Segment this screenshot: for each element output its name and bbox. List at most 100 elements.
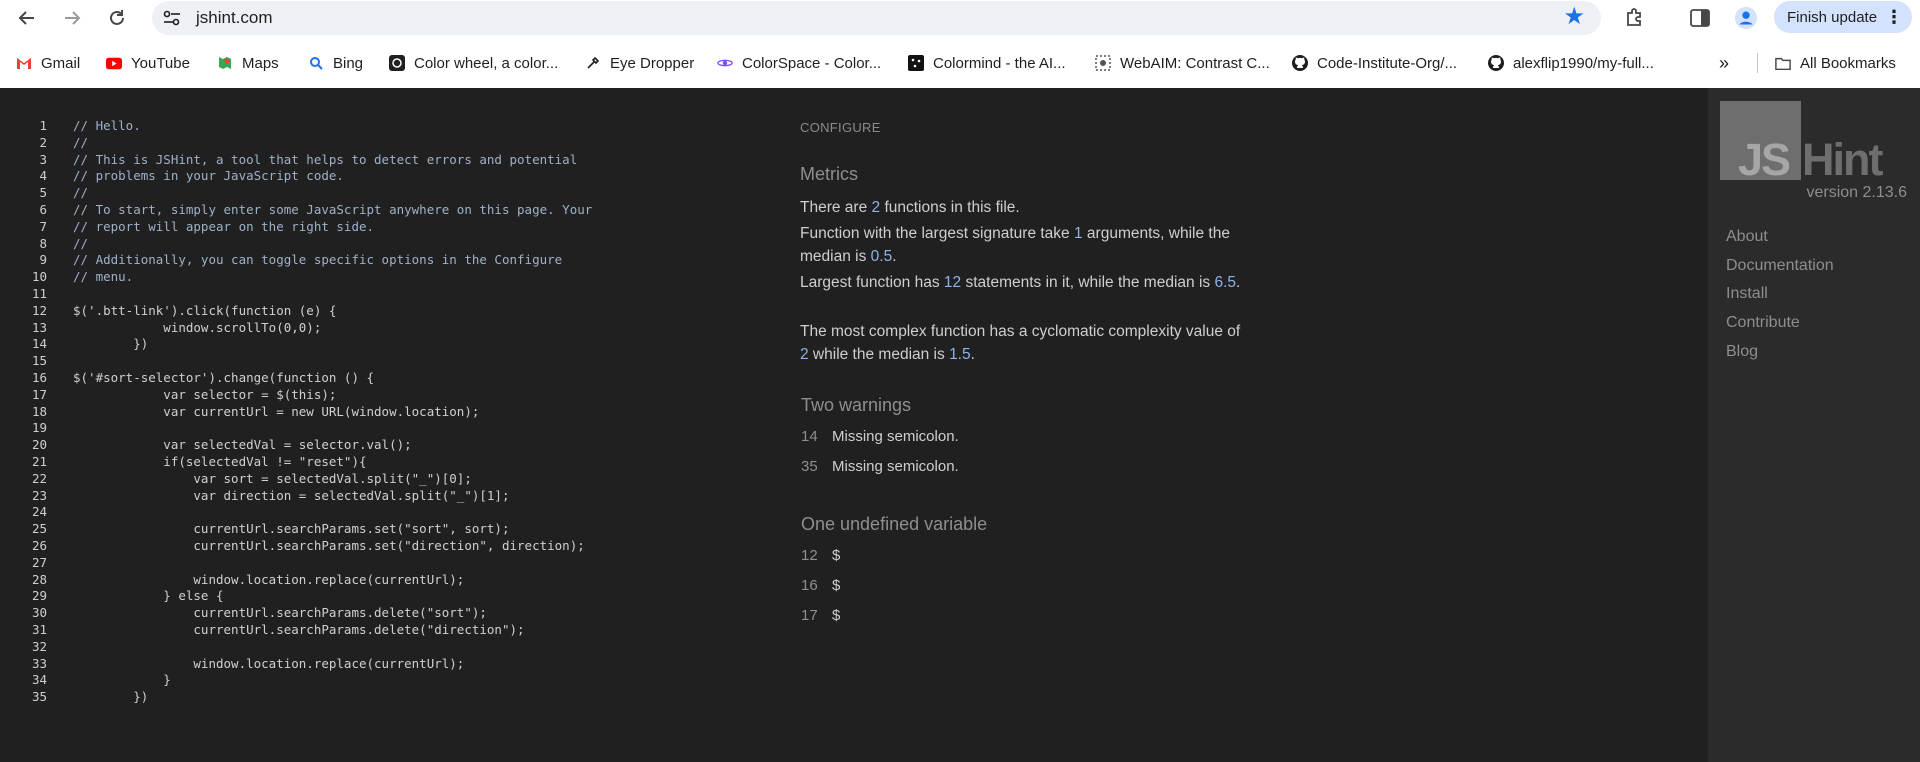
back-button[interactable] bbox=[13, 4, 41, 32]
profile-button[interactable] bbox=[1734, 6, 1758, 30]
line-number: 12 bbox=[31, 302, 47, 318]
code-line[interactable]: 21 if(selectedVal != "reset"){ bbox=[0, 453, 367, 470]
bookmark-colormind[interactable]: Colormind - the AI... bbox=[908, 47, 1066, 79]
code-line[interactable]: 1 // Hello. bbox=[0, 117, 140, 134]
metric-cyclomatic-complexity: The most complex function has a cyclomat… bbox=[800, 323, 1241, 363]
code-line[interactable]: 33 window.location.replace(currentUrl); bbox=[0, 655, 464, 672]
code-text: var selector = $(this); bbox=[73, 386, 337, 402]
sidebar: JS Hint version 2.13.6 About Documentati… bbox=[1708, 88, 1920, 762]
line-number: 20 bbox=[31, 437, 47, 453]
line-number: 31 bbox=[31, 622, 47, 637]
undefined-variable-row[interactable]: 12 $ bbox=[801, 547, 840, 567]
code-line[interactable]: 17 var selector = $(this); bbox=[0, 386, 336, 403]
code-line[interactable]: 8 // bbox=[0, 235, 88, 252]
code-text: var sort = selectedVal.split("_")[0]; bbox=[73, 470, 472, 486]
nav-blog[interactable]: Blog bbox=[1726, 343, 1758, 361]
code-line[interactable]: 16 $('#sort-selector').change(function ()… bbox=[0, 369, 374, 386]
line-number: 3 bbox=[39, 151, 47, 167]
code-line[interactable]: 25 currentUrl.searchParams.set("sort", s… bbox=[0, 520, 510, 537]
all-bookmarks-button[interactable]: All Bookmarks bbox=[1775, 47, 1896, 79]
code-text: // Additionally, you can toggle specific… bbox=[73, 252, 563, 268]
code-line[interactable]: 18 var currentUrl = new URL(window.locat… bbox=[0, 403, 479, 420]
more-menu-icon: ⋮ bbox=[1885, 7, 1903, 27]
line-number: 34 bbox=[31, 672, 47, 688]
code-line[interactable]: 10 // menu. bbox=[0, 268, 133, 285]
code-line[interactable]: 20 var selectedVal = selector.val(); bbox=[0, 436, 412, 453]
code-line[interactable]: 29 } else { bbox=[0, 587, 224, 604]
code-line[interactable]: 34 } bbox=[0, 671, 171, 688]
extensions-button[interactable] bbox=[1623, 6, 1647, 30]
bookmark-maps[interactable]: Maps bbox=[217, 47, 279, 79]
colorspace-icon bbox=[717, 55, 733, 71]
code-editor[interactable]: 1 // Hello. 2 // 3 // This is JSHint, a tool … bbox=[0, 88, 770, 762]
code-line[interactable]: 26 currentUrl.searchParams.set("directio… bbox=[0, 537, 585, 554]
nav-contribute[interactable]: Contribute bbox=[1726, 314, 1800, 332]
bookmark-my-full[interactable]: alexflip1990/my-full... bbox=[1488, 47, 1654, 79]
finish-update-button[interactable]: Finish update ⋮ bbox=[1774, 1, 1912, 33]
folder-icon bbox=[1775, 55, 1791, 71]
undefined-variable-row[interactable]: 17 $ bbox=[801, 607, 840, 627]
reload-icon bbox=[110, 10, 124, 25]
nav-documentation[interactable]: Documentation bbox=[1726, 257, 1834, 275]
logo-js-text: JS bbox=[1738, 134, 1791, 185]
code-text: var currentUrl = new URL(window.location… bbox=[73, 403, 480, 419]
code-text: } else { bbox=[73, 588, 224, 604]
code-line[interactable]: 28 window.location.replace(currentUrl); bbox=[0, 571, 464, 588]
code-line[interactable]: 9 // Additionally, you can toggle specifi… bbox=[0, 251, 562, 268]
code-line[interactable]: 22 var sort = selectedVal.split("_")[0]; bbox=[0, 470, 472, 487]
more-bookmarks-icon[interactable]: » bbox=[1719, 47, 1729, 79]
code-line[interactable]: 23 var direction = selectedVal.split("_"… bbox=[0, 487, 510, 504]
bookmark-color-wheel[interactable]: Color wheel, a color... bbox=[389, 47, 558, 79]
bookmark-colorspace[interactable]: ColorSpace - Color... bbox=[717, 47, 881, 79]
line-number: 2 bbox=[39, 134, 47, 150]
line-number: 15 bbox=[31, 353, 47, 369]
bookmark-bing[interactable]: Bing bbox=[308, 47, 363, 79]
jshint-logo[interactable]: JS Hint bbox=[1720, 101, 1920, 185]
code-line[interactable]: 32 bbox=[0, 638, 47, 655]
code-line[interactable]: 27 bbox=[0, 554, 47, 571]
forward-button[interactable] bbox=[58, 4, 86, 32]
nav-about[interactable]: About bbox=[1726, 228, 1768, 246]
code-line[interactable]: 15 bbox=[0, 352, 47, 369]
code-line[interactable]: 13 window.scrollTo(0,0); bbox=[0, 319, 321, 336]
code-line[interactable]: 35 }) bbox=[0, 688, 148, 705]
site-info-icon[interactable] bbox=[162, 9, 182, 27]
webaim-icon bbox=[1095, 55, 1111, 71]
code-line[interactable]: 4 // problems in your JavaScript code. bbox=[0, 167, 343, 184]
side-panel-button[interactable] bbox=[1688, 6, 1712, 30]
code-line[interactable]: 11 bbox=[0, 285, 47, 302]
address-bar[interactable]: jshint.com ★ bbox=[152, 1, 1601, 35]
code-line[interactable]: 30 currentUrl.searchParams.delete("sort"… bbox=[0, 604, 487, 621]
configure-link[interactable]: CONFIGURE bbox=[800, 120, 881, 135]
code-line[interactable]: 3 // This is JSHint, a tool that helps to… bbox=[0, 151, 577, 168]
url-text[interactable]: jshint.com bbox=[196, 8, 273, 28]
reload-button[interactable] bbox=[103, 4, 131, 32]
code-line[interactable]: 2 // bbox=[0, 134, 88, 151]
forward-arrow-icon bbox=[65, 11, 81, 25]
nav-install[interactable]: Install bbox=[1726, 285, 1768, 303]
code-line[interactable]: 7 // report will appear on the right side… bbox=[0, 218, 374, 235]
code-line[interactable]: 5 // bbox=[0, 184, 88, 201]
bookmark-youtube[interactable]: YouTube bbox=[106, 47, 190, 79]
bookmark-eye-dropper[interactable]: Eye Dropper bbox=[585, 47, 694, 79]
bookmark-webaim[interactable]: WebAIM: Contrast C... bbox=[1095, 47, 1270, 79]
code-text: currentUrl.searchParams.set("direction",… bbox=[73, 538, 585, 553]
bookmark-gmail[interactable]: Gmail bbox=[16, 47, 80, 79]
code-line[interactable]: 19 bbox=[0, 419, 47, 436]
code-line[interactable]: 6 // To start, simply enter some JavaScri… bbox=[0, 201, 592, 218]
code-text: // This is JSHint, a tool that helps to … bbox=[73, 151, 578, 167]
code-line[interactable]: 12 $('.btt-link').click(function (e) { bbox=[0, 302, 336, 319]
warning-row[interactable]: 14 Missing semicolon. bbox=[801, 428, 959, 448]
bookmark-code-institute[interactable]: Code-Institute-Org/... bbox=[1292, 47, 1457, 79]
undefined-variable-row[interactable]: 16 $ bbox=[801, 577, 840, 597]
code-line[interactable]: 31 currentUrl.searchParams.delete("direc… bbox=[0, 621, 525, 638]
code-text: // bbox=[73, 134, 89, 150]
code-text: var direction = selectedVal.split("_")[1… bbox=[73, 487, 510, 503]
bookmark-star-icon[interactable]: ★ bbox=[1563, 5, 1585, 29]
warning-row[interactable]: 35 Missing semicolon. bbox=[801, 458, 959, 478]
line-number: 29 bbox=[31, 588, 47, 604]
eye-dropper-icon bbox=[585, 55, 601, 71]
code-line[interactable]: 24 bbox=[0, 503, 47, 520]
logo-hint-text: Hint bbox=[1802, 134, 1883, 185]
code-line[interactable]: 14 }) bbox=[0, 335, 148, 352]
